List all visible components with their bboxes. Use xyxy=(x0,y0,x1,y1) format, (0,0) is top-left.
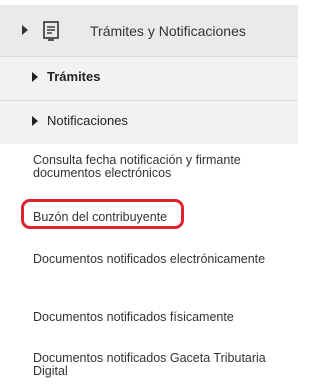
caret-right-icon xyxy=(32,72,38,82)
side-menu: Trámites y Notificaciones Trámites Notif… xyxy=(0,0,310,385)
submenu-label: Notificaciones xyxy=(47,113,128,128)
link-documentos-notificados-gaceta[interactable]: Documentos notificados Gaceta Tributaria… xyxy=(33,352,295,378)
link-documentos-notificados-fisicamente[interactable]: Documentos notificados físicamente xyxy=(33,311,295,324)
section-title: Trámites y Notificaciones xyxy=(90,23,246,39)
link-buzon-contribuyente[interactable]: Buzón del contribuyente xyxy=(33,211,295,224)
submenu-tramites[interactable]: Trámites xyxy=(0,56,298,100)
submenu-label: Trámites xyxy=(47,69,101,84)
section-header-tramites-notificaciones[interactable]: Trámites y Notificaciones xyxy=(0,5,298,56)
submenu-notificaciones[interactable]: Notificaciones xyxy=(0,100,298,144)
caret-right-icon xyxy=(22,25,28,35)
document-list-icon xyxy=(43,21,59,41)
link-consulta-fecha-notificacion[interactable]: Consulta fecha notificación y firmante d… xyxy=(33,154,295,180)
caret-right-icon xyxy=(32,116,38,126)
link-documentos-notificados-electronicamente[interactable]: Documentos notificados electrónicamente xyxy=(33,253,295,266)
